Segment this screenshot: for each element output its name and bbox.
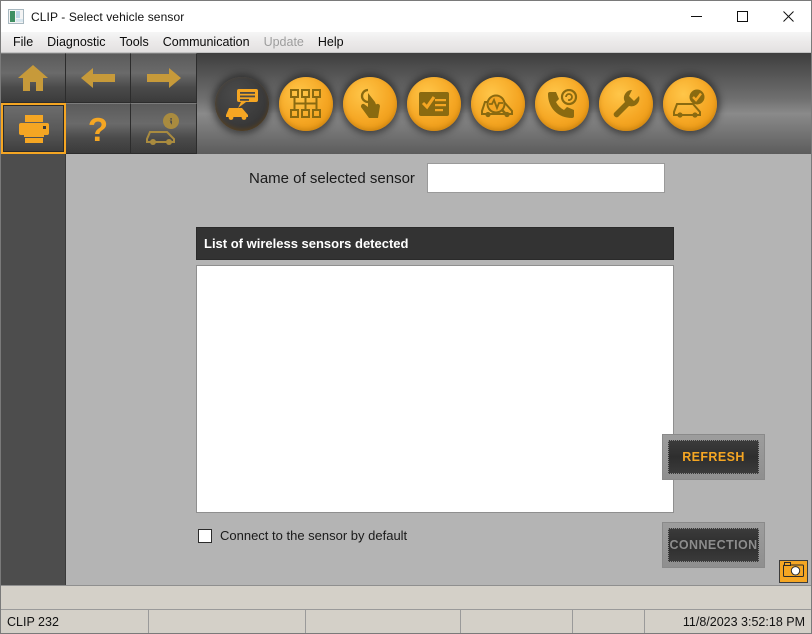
refresh-button[interactable]: REFRESH [662,434,765,480]
window-controls [673,1,811,32]
menu-item-tools[interactable]: Tools [113,33,156,52]
menu-item-help[interactable]: Help [311,33,351,52]
menu-item-update: Update [263,34,304,49]
status-cell-version: CLIP 232 [1,610,149,633]
guided-test-button[interactable] [343,76,397,131]
arrow-right-icon [145,67,183,89]
home-button[interactable] [1,53,66,103]
title-bar: CLIP - Select vehicle sensor [1,1,811,32]
status-strip [1,585,811,609]
printer-icon [15,113,53,145]
connect-default-checkbox[interactable] [198,528,212,543]
vehicle-check-button[interactable] [663,76,717,131]
screenshot-button[interactable] [779,560,808,583]
content-panel: Name of selected sensor List of wireless… [66,154,811,585]
status-cell-datetime: 11/8/2023 3:52:18 PM [682,614,805,629]
report-button[interactable] [407,76,461,131]
status-cell-5 [573,610,645,633]
status-cell-3 [306,610,461,633]
technical-support-button[interactable] [535,76,589,131]
tools-button[interactable] [599,76,653,131]
menu-bar: File Diagnostic Tools Communication Upda… [1,32,811,53]
print-button[interactable] [1,103,66,154]
body: Name of selected sensor List of wireless… [1,154,811,585]
application-window: CLIP - Select vehicle sensor File Diagno… [0,0,812,634]
help-button[interactable]: ? [66,103,131,154]
connect-default-label: Connect to the sensor by default [220,528,408,543]
svg-text:?: ? [88,112,108,146]
sensor-list-header-label: List of wireless sensors detected [204,236,409,251]
sensor-list-header: List of wireless sensors detected [196,227,674,260]
vehicle-information-button[interactable]: i [131,103,197,154]
toolbar: ? i [1,53,811,154]
diagnostics-button[interactable] [471,76,525,131]
car-validated-icon [672,89,708,119]
touch-test-icon [355,88,385,120]
phone-support-icon [546,88,578,119]
menu-item-file[interactable]: File [6,33,40,52]
sensor-name-input[interactable] [426,163,665,193]
home-icon [16,63,50,93]
question-mark-icon: ? [85,112,111,146]
navigation-button-grid: ? i [1,53,197,154]
maximize-button[interactable] [719,1,765,32]
car-info-icon: i [143,112,185,146]
menu-item-diagnostic[interactable]: Diagnostic [40,33,112,52]
sensor-name-row: Name of selected sensor [249,163,665,193]
ecu-network-icon [290,88,322,119]
back-button[interactable] [66,53,131,103]
status-cell-4 [461,610,573,633]
forward-button[interactable] [131,53,197,103]
camera-icon [783,561,804,582]
app-icon [8,9,24,24]
car-identification-icon [225,88,259,120]
ecu-network-button[interactable] [279,76,333,131]
car-diagnostic-search-icon [480,90,516,118]
left-sidebar [1,154,66,585]
close-button[interactable] [765,1,811,32]
arrow-left-icon [79,67,117,89]
window-title: CLIP - Select vehicle sensor [31,9,185,24]
checklist-icon [418,91,450,117]
status-cell-2 [149,610,306,633]
menu-item-communication[interactable]: Communication [156,33,257,52]
vehicle-identification-button[interactable] [215,76,269,131]
connect-default-checkbox-row[interactable]: Connect to the sensor by default [198,528,407,543]
function-button-bar [197,53,811,154]
minimize-button[interactable] [673,1,719,32]
connection-button: CONNECTION [662,522,765,568]
wrench-icon [611,89,641,119]
sensor-list-box[interactable] [196,265,674,513]
sensor-name-label: Name of selected sensor [249,169,415,187]
status-bar: CLIP 232 11/8/2023 3:52:18 PM [1,609,811,633]
connection-button-label: CONNECTION [668,528,759,562]
refresh-button-label: REFRESH [668,440,759,474]
